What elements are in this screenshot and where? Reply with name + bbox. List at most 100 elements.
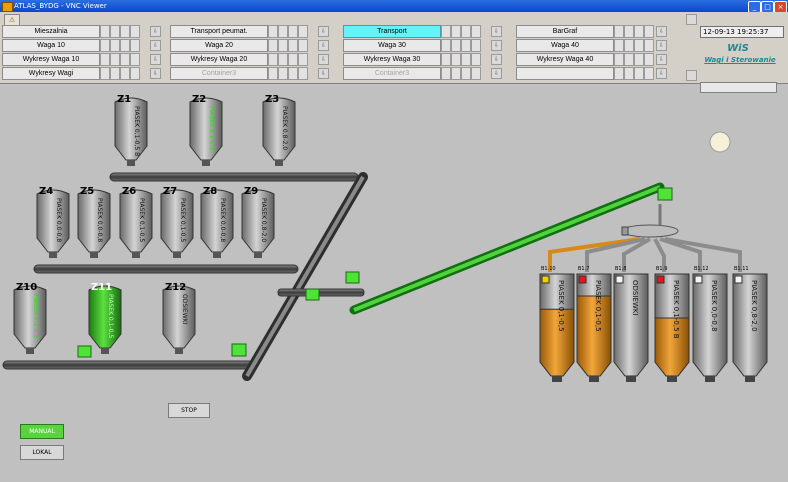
nav-slot[interactable] — [110, 67, 120, 80]
logo-subtitle-link[interactable]: Wagi i Sterowanie — [700, 56, 780, 64]
bin-b1-10[interactable]: B1.10 PIASEK 0,1-0,5 — [539, 266, 575, 382]
nav-slot[interactable] — [614, 39, 624, 52]
nav-slot[interactable] — [120, 53, 130, 66]
nav-slot[interactable] — [120, 25, 130, 38]
lokal-button[interactable]: LOKAL — [20, 445, 64, 460]
silo-z3[interactable]: Z3PIASEK 0,8-2,0 — [262, 94, 296, 166]
nav-slot[interactable] — [624, 25, 634, 38]
nav-slot[interactable] — [441, 53, 451, 66]
nav-slot[interactable] — [624, 67, 634, 80]
nav-slot[interactable] — [130, 53, 140, 66]
nav-button[interactable]: Wykresy Waga 30 — [343, 53, 441, 66]
nav-arrow-icon[interactable]: ⇩ — [318, 26, 329, 37]
nav-button[interactable]: Waga 20 — [170, 39, 268, 52]
nav-arrow-icon[interactable]: ⇩ — [150, 40, 161, 51]
nav-slot[interactable] — [298, 67, 308, 80]
nav-slot[interactable] — [100, 25, 110, 38]
bin-b1-12[interactable]: B1.12 PIASEK 0,0-0,8 — [692, 266, 728, 382]
nav-button[interactable]: Wykresy Waga 40 — [516, 53, 614, 66]
stop-button[interactable]: STOP — [168, 403, 210, 418]
bin-b1-9[interactable]: B1.9 PIASEK 0,1-0,5 B — [654, 266, 690, 382]
nav-arrow-icon[interactable]: ⇩ — [491, 68, 502, 79]
silo-z1[interactable]: Z1PIASEK 0,1-0,5 B — [114, 94, 148, 166]
nav-slot[interactable] — [110, 39, 120, 52]
nav-slot[interactable] — [278, 53, 288, 66]
nav-slot[interactable] — [288, 53, 298, 66]
nav-slot[interactable] — [451, 25, 461, 38]
nav-slot[interactable] — [110, 53, 120, 66]
manual-button[interactable]: MANUAL — [20, 424, 64, 439]
nav-slot[interactable] — [268, 53, 278, 66]
nav-slot[interactable] — [441, 67, 451, 80]
nav-button[interactable] — [516, 67, 614, 80]
nav-button[interactable]: Container3 — [170, 67, 268, 80]
nav-slot[interactable] — [298, 53, 308, 66]
silo-z9[interactable]: Z9PIASEK 0,8-2,0 — [241, 186, 275, 258]
nav-slot[interactable] — [288, 39, 298, 52]
nav-slot[interactable] — [278, 67, 288, 80]
nav-button[interactable]: Wykresy Wagi — [2, 67, 100, 80]
silo-z10[interactable]: Z10PIASEK 0,1-0,5 — [13, 282, 47, 354]
nav-arrow-icon[interactable]: ⇩ — [491, 40, 502, 51]
nav-arrow-icon[interactable]: ⇩ — [491, 26, 502, 37]
nav-slot[interactable] — [268, 67, 278, 80]
nav-button[interactable]: Wykresy Waga 20 — [170, 53, 268, 66]
bin-b1-8[interactable]: B1.8 ODSIEWKI — [613, 266, 649, 382]
bin-b1-7[interactable]: B1.7 PIASEK 0,1-0,5 — [576, 266, 612, 382]
nav-slot[interactable] — [268, 25, 278, 38]
nav-slot[interactable] — [614, 53, 624, 66]
nav-slot[interactable] — [461, 53, 471, 66]
nav-slot[interactable] — [298, 39, 308, 52]
nav-arrow-icon[interactable]: ⇩ — [150, 54, 161, 65]
nav-slot[interactable] — [110, 25, 120, 38]
nav-slot[interactable] — [634, 39, 644, 52]
nav-arrow-icon[interactable]: ⇩ — [491, 54, 502, 65]
nav-slot[interactable] — [471, 53, 481, 66]
nav-arrow-icon[interactable]: ⇩ — [318, 54, 329, 65]
nav-slot[interactable] — [278, 25, 288, 38]
nav-arrow-icon[interactable]: ⇩ — [656, 40, 667, 51]
nav-arrow-icon[interactable]: ⇩ — [318, 40, 329, 51]
nav-slot[interactable] — [634, 25, 644, 38]
nav-slot[interactable] — [471, 67, 481, 80]
nav-arrow-icon[interactable]: ⇩ — [656, 54, 667, 65]
nav-slot[interactable] — [451, 67, 461, 80]
nav-arrow-icon[interactable]: ⇩ — [656, 68, 667, 79]
nav-slot[interactable] — [130, 39, 140, 52]
nav-slot[interactable] — [624, 53, 634, 66]
nav-button[interactable]: Container3 — [343, 67, 441, 80]
nav-slot[interactable] — [278, 39, 288, 52]
nav-slot[interactable] — [644, 25, 654, 38]
nav-icon[interactable] — [686, 70, 697, 81]
nav-slot[interactable] — [644, 53, 654, 66]
nav-slot[interactable] — [471, 39, 481, 52]
silo-z4[interactable]: Z4PIASEK 0,0-0,8 — [36, 186, 70, 258]
silo-z12[interactable]: Z12ODSIEWKI — [162, 282, 196, 354]
nav-slot[interactable] — [644, 39, 654, 52]
nav-slot[interactable] — [451, 39, 461, 52]
toolbar-icon[interactable] — [686, 14, 697, 25]
nav-arrow-icon[interactable]: ⇩ — [318, 68, 329, 79]
nav-slot[interactable] — [451, 53, 461, 66]
nav-slot[interactable] — [298, 25, 308, 38]
silo-z7[interactable]: Z7PIASEK 0,1-0,5 — [160, 186, 194, 258]
nav-slot[interactable] — [268, 39, 278, 52]
nav-slot[interactable] — [441, 39, 451, 52]
nav-slot[interactable] — [288, 25, 298, 38]
nav-button[interactable]: Waga 40 — [516, 39, 614, 52]
nav-button[interactable]: BarGraf — [516, 25, 614, 38]
nav-arrow-icon[interactable]: ⇩ — [656, 26, 667, 37]
nav-button[interactable]: Transport — [343, 25, 441, 38]
nav-slot[interactable] — [471, 25, 481, 38]
nav-arrow-icon[interactable]: ⇩ — [150, 26, 161, 37]
nav-slot[interactable] — [120, 39, 130, 52]
nav-button[interactable]: Waga 10 — [2, 39, 100, 52]
nav-slot[interactable] — [100, 53, 110, 66]
nav-slot[interactable] — [130, 67, 140, 80]
nav-slot[interactable] — [100, 67, 110, 80]
nav-slot[interactable] — [614, 67, 624, 80]
nav-button[interactable]: Wykresy Waga 10 — [2, 53, 100, 66]
nav-slot[interactable] — [634, 53, 644, 66]
nav-button[interactable]: Waga 30 — [343, 39, 441, 52]
nav-button[interactable]: Transport peumat. — [170, 25, 268, 38]
